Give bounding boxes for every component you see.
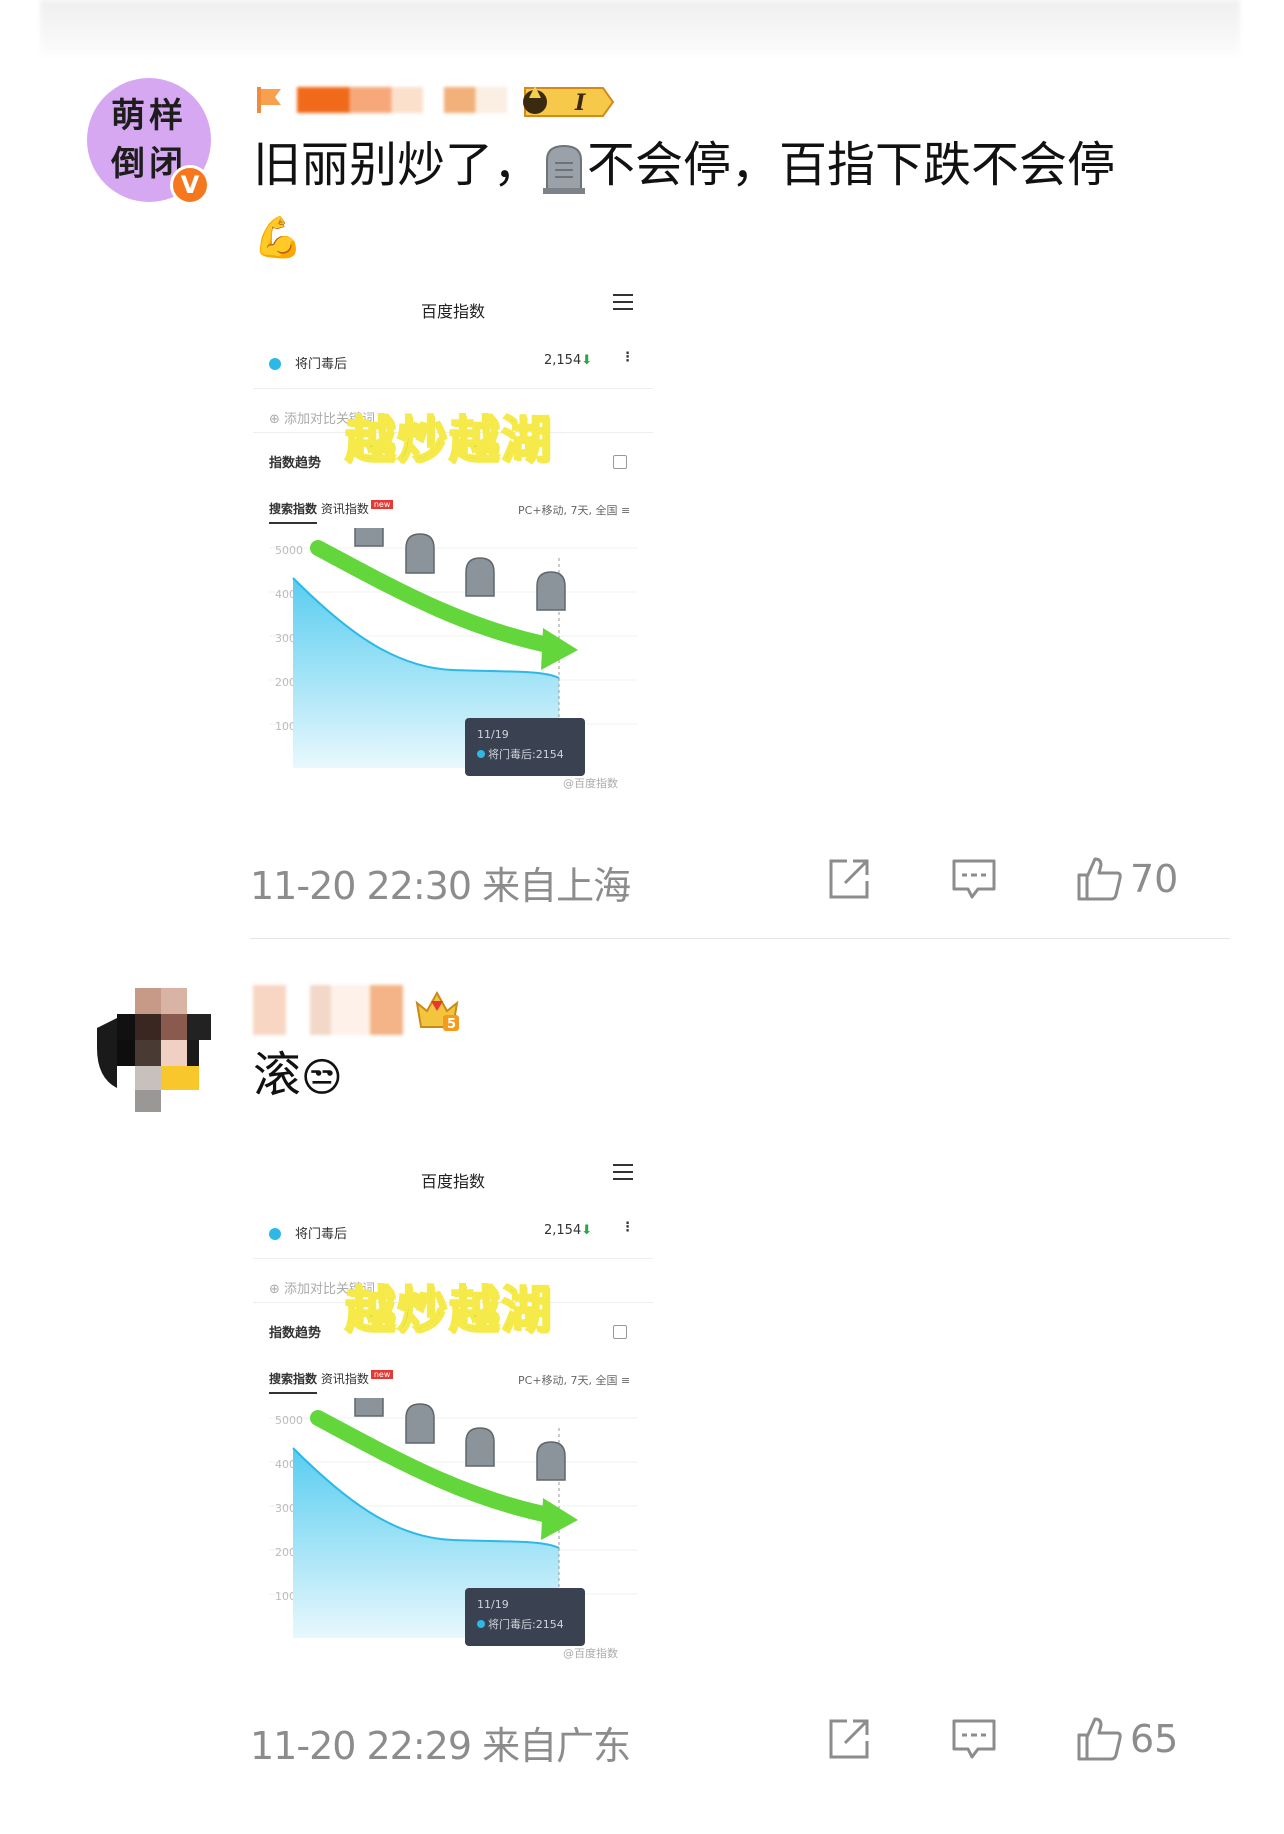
keyword-value: 2,154	[544, 1223, 582, 1238]
menu-icon	[613, 294, 633, 310]
comment-text: 旧丽别炒了， 不会停，百指下跌不会停 💪	[253, 130, 1233, 273]
plus-icon: ⊕	[269, 412, 285, 427]
index-tabs: 搜索指数 资讯指数 new	[269, 1370, 394, 1394]
tick-label: 5000	[275, 1414, 303, 1427]
avatar-text-line1: 萌样	[111, 96, 187, 136]
comment-time: 11-20 22:30	[250, 864, 472, 908]
blurred-header	[40, 0, 1240, 60]
avatar[interactable]	[87, 988, 211, 1112]
comment-text: 滚😒	[253, 1040, 343, 1113]
filter-icon: ≡	[621, 1374, 631, 1387]
comment-location: 来自上海	[482, 864, 631, 908]
flexed-biceps-icon: 💪	[253, 215, 303, 261]
comment-text-part1: 旧丽别炒了，	[253, 137, 542, 193]
tooltip-value: 将门毒后:2154	[488, 1618, 564, 1631]
crown-level-label: 5	[447, 1017, 456, 1032]
new-badge: new	[370, 1370, 394, 1379]
username-row[interactable]: 5	[253, 980, 463, 1040]
like-icon[interactable]	[1075, 855, 1123, 903]
filter-text: PC+移动, 7天, 全国 ≡	[518, 502, 630, 518]
like-count: 65	[1130, 1717, 1179, 1761]
attached-image[interactable]: 百度指数 将门毒后 2,154⬇ ⋮ ⊕ 添加对比关键词 指数趋势 搜索指数 资…	[253, 270, 653, 830]
tooltip-date: 11/19	[477, 728, 509, 741]
blurred-username	[253, 985, 403, 1035]
chart-tooltip: 11/19 将门毒后:2154	[465, 718, 585, 776]
divider	[253, 1258, 653, 1259]
menu-icon	[613, 1164, 633, 1180]
more-icon: ⋮	[621, 350, 634, 365]
keyword-name: 将门毒后	[295, 357, 348, 372]
keyword-row: 将门毒后 2,154⬇ ⋮	[269, 1220, 639, 1246]
more-icon: ⋮	[621, 1220, 634, 1235]
comment-time: 11-20 22:29	[250, 1724, 472, 1768]
level-badge-icon: I	[523, 86, 615, 117]
like-count: 70	[1130, 857, 1179, 901]
like-icon[interactable]	[1075, 1715, 1123, 1763]
image-title: 百度指数	[420, 302, 485, 321]
tooltip-dot	[477, 1620, 485, 1628]
share-icon[interactable]	[825, 855, 873, 903]
filter-label: PC+移动, 7天, 全国	[518, 1374, 618, 1387]
external-link-icon	[613, 455, 627, 469]
banner-text: 越炒越湖	[344, 410, 553, 470]
level-badge-label: I	[574, 90, 586, 116]
image-credit: @百度指数	[563, 1647, 618, 1660]
external-link-icon	[613, 1325, 627, 1339]
comment-meta: 11-20 22:30 来自上海 70	[250, 855, 1250, 908]
trend-chart: 5000 4000 3000 2000 1000	[269, 1398, 638, 1643]
tab-news: 资讯指数	[320, 502, 369, 516]
verified-badge: V	[170, 165, 210, 205]
comment-icon[interactable]	[950, 1715, 998, 1763]
avatar[interactable]: 萌样 倒闭 V	[87, 78, 211, 205]
tick-label: 5000	[275, 544, 303, 557]
banner-text: 越炒越湖	[344, 1280, 553, 1340]
keyword-dot	[269, 1228, 281, 1240]
trend-chart: 5000 4000 3000 2000 1000	[269, 528, 638, 773]
tab-search: 搜索指数	[269, 1372, 318, 1394]
tooltip-dot	[477, 750, 485, 758]
new-badge: new	[370, 500, 394, 509]
image-title: 百度指数	[420, 1172, 485, 1191]
image-credit: @百度指数	[563, 777, 618, 790]
pixelated-avatar-image	[87, 988, 211, 1112]
plus-icon: ⊕	[269, 1282, 285, 1297]
trend-label: 指数趋势	[269, 456, 322, 471]
comment-meta: 11-20 22:29 来自广东 65	[250, 1715, 1250, 1768]
keyword-name: 将门毒后	[295, 1227, 348, 1242]
arrow-head	[541, 1498, 578, 1540]
trend-label: 指数趋势	[269, 1326, 322, 1341]
index-tabs: 搜索指数 资讯指数 new	[269, 500, 394, 524]
tab-search: 搜索指数	[269, 502, 318, 524]
filter-label: PC+移动, 7天, 全国	[518, 504, 618, 517]
filter-icon: ≡	[621, 504, 631, 517]
arrow-head	[541, 628, 578, 670]
tab-news: 资讯指数	[320, 1372, 369, 1386]
down-arrow-icon: ⬇	[581, 1223, 593, 1238]
keyword-row: 将门毒后 2,154⬇ ⋮	[269, 350, 639, 376]
chart-tooltip: 11/19 将门毒后:2154	[465, 1588, 585, 1646]
tooltip-date: 11/19	[477, 1598, 509, 1611]
comment-text-part2: 不会停，百指下跌不会停	[587, 137, 1116, 193]
filter-text: PC+移动, 7天, 全国 ≡	[518, 1372, 630, 1388]
comment-icon[interactable]	[950, 855, 998, 903]
share-icon[interactable]	[825, 1715, 873, 1763]
unamused-face-icon: 😒	[301, 1055, 343, 1101]
keyword-value: 2,154	[544, 353, 582, 368]
comment-location: 来自广东	[482, 1724, 631, 1768]
down-arrow-icon: ⬇	[581, 353, 593, 368]
divider	[253, 388, 653, 389]
comment-text-main: 滚	[253, 1047, 302, 1103]
blurred-username	[297, 87, 507, 113]
tooltip-value: 将门毒后:2154	[488, 748, 564, 761]
crown-level-icon: 5	[415, 990, 459, 1032]
username-row[interactable]: I	[253, 70, 617, 130]
comment-divider	[250, 938, 1230, 939]
keyword-dot	[269, 358, 281, 370]
tombstone-icon	[543, 144, 586, 194]
flag-icon	[257, 87, 281, 113]
attached-image[interactable]: 百度指数 将门毒后 2,154⬇ ⋮ ⊕ 添加对比关键词 指数趋势 搜索指数 资…	[253, 1140, 653, 1700]
